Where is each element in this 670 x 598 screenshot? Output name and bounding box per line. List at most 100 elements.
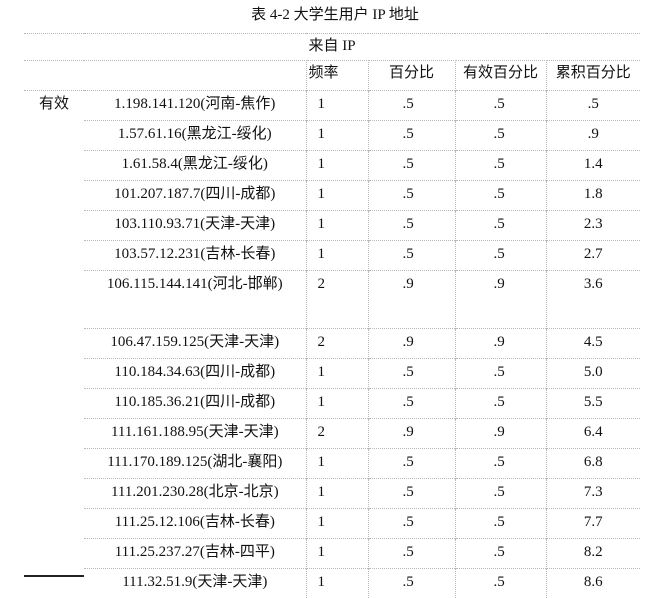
percent-cell: .5 bbox=[368, 91, 455, 121]
valid-percent-cell: .9 bbox=[455, 419, 546, 449]
header-blank-group bbox=[24, 61, 84, 91]
frequency-cell: 2 bbox=[306, 419, 368, 449]
cumulative-percent-cell: 8.6 bbox=[546, 569, 640, 598]
frequency-cell: 1 bbox=[306, 181, 368, 211]
percent-cell: .9 bbox=[368, 419, 455, 449]
percent-cell: .5 bbox=[368, 479, 455, 509]
group-cell: 有效 bbox=[24, 91, 84, 121]
percent-cell: .5 bbox=[368, 241, 455, 271]
group-cell bbox=[24, 389, 84, 419]
ip-cell: 111.170.189.125(湖北-襄阳) bbox=[84, 449, 306, 479]
valid-percent-cell: .5 bbox=[455, 241, 546, 271]
frequency-cell: 1 bbox=[306, 569, 368, 598]
frequency-cell: 1 bbox=[306, 241, 368, 271]
group-cell bbox=[24, 419, 84, 449]
frequency-cell: 1 bbox=[306, 151, 368, 181]
ip-cell: 111.161.188.95(天津-天津) bbox=[84, 419, 306, 449]
ip-cell: 111.201.230.28(北京-北京) bbox=[84, 479, 306, 509]
ip-cell: 103.57.12.231(吉林-长春) bbox=[84, 241, 306, 271]
frequency-cell: 1 bbox=[306, 389, 368, 419]
cumulative-percent-cell: 7.7 bbox=[546, 509, 640, 539]
cumulative-percent-cell: 7.3 bbox=[546, 479, 640, 509]
valid-percent-cell: .5 bbox=[455, 359, 546, 389]
percent-cell: .5 bbox=[368, 539, 455, 569]
frequency-cell: 1 bbox=[306, 91, 368, 121]
header-blank-ip bbox=[84, 61, 306, 91]
ip-cell: 103.110.93.71(天津-天津) bbox=[84, 211, 306, 241]
cumulative-percent-cell: .9 bbox=[546, 121, 640, 151]
percent-cell: .5 bbox=[368, 509, 455, 539]
group-cell bbox=[24, 181, 84, 211]
ip-cell: 1.57.61.16(黑龙江-绥化) bbox=[84, 121, 306, 151]
table-caption: 表 4-2 大学生用户 IP 地址 bbox=[0, 4, 670, 26]
group-cell bbox=[24, 241, 84, 271]
table-row: 101.207.187.7(四川-成都)1.5.51.8 bbox=[24, 181, 640, 211]
table-row: 103.110.93.71(天津-天津)1.5.52.3 bbox=[24, 211, 640, 241]
percent-cell: .5 bbox=[368, 181, 455, 211]
group-cell bbox=[24, 479, 84, 509]
table-row: 106.115.144.141(河北-邯郸)2.9.93.6 bbox=[24, 271, 640, 329]
table-row: 110.185.36.21(四川-成都)1.5.55.5 bbox=[24, 389, 640, 419]
ip-cell: 111.25.12.106(吉林-长春) bbox=[84, 509, 306, 539]
percent-cell: .5 bbox=[368, 389, 455, 419]
cumulative-percent-cell: 1.8 bbox=[546, 181, 640, 211]
table-row: 111.25.237.27(吉林-四平)1.5.58.2 bbox=[24, 539, 640, 569]
table-row: 111.32.51.9(天津-天津)1.5.58.6 bbox=[24, 569, 640, 598]
frequency-cell: 1 bbox=[306, 539, 368, 569]
valid-percent-cell: .5 bbox=[455, 509, 546, 539]
cumulative-percent-cell: .5 bbox=[546, 91, 640, 121]
percent-cell: .9 bbox=[368, 271, 455, 329]
cumulative-percent-cell: 2.3 bbox=[546, 211, 640, 241]
frequency-cell: 1 bbox=[306, 509, 368, 539]
ip-cell: 110.184.34.63(四川-成都) bbox=[84, 359, 306, 389]
frequency-cell: 1 bbox=[306, 359, 368, 389]
header-cumulative-percent: 累积百分比 bbox=[546, 61, 640, 91]
valid-percent-cell: .5 bbox=[455, 389, 546, 419]
frequency-cell: 1 bbox=[306, 121, 368, 151]
table-row: 111.170.189.125(湖北-襄阳)1.5.56.8 bbox=[24, 449, 640, 479]
ip-cell: 111.32.51.9(天津-天津) bbox=[84, 569, 306, 598]
table-row: 110.184.34.63(四川-成都)1.5.55.0 bbox=[24, 359, 640, 389]
valid-percent-cell: .5 bbox=[455, 121, 546, 151]
table-body: 有效1.198.141.120(河南-焦作)1.5.5.51.57.61.16(… bbox=[24, 91, 640, 598]
cumulative-percent-cell: 1.4 bbox=[546, 151, 640, 181]
valid-percent-cell: .5 bbox=[455, 569, 546, 598]
ip-cell: 1.61.58.4(黑龙江-绥化) bbox=[84, 151, 306, 181]
valid-percent-cell: .5 bbox=[455, 181, 546, 211]
table-row: 1.57.61.16(黑龙江-绥化)1.5.5.9 bbox=[24, 121, 640, 151]
group-cell bbox=[24, 359, 84, 389]
column-header-row: 频率 百分比 有效百分比 累积百分比 bbox=[24, 61, 640, 91]
table-row: 103.57.12.231(吉林-长春)1.5.52.7 bbox=[24, 241, 640, 271]
super-header-cell: 来自 IP bbox=[24, 34, 640, 61]
ip-cell: 110.185.36.21(四川-成都) bbox=[84, 389, 306, 419]
frequency-cell: 2 bbox=[306, 271, 368, 329]
percent-cell: .9 bbox=[368, 329, 455, 359]
cumulative-percent-cell: 6.8 bbox=[546, 449, 640, 479]
bottom-rule bbox=[24, 575, 84, 577]
ip-cell: 106.47.159.125(天津-天津) bbox=[84, 329, 306, 359]
group-cell bbox=[24, 329, 84, 359]
ip-cell: 106.115.144.141(河北-邯郸) bbox=[84, 271, 306, 329]
table-row: 111.201.230.28(北京-北京)1.5.57.3 bbox=[24, 479, 640, 509]
frequency-cell: 1 bbox=[306, 211, 368, 241]
valid-percent-cell: .5 bbox=[455, 539, 546, 569]
ip-cell: 1.198.141.120(河南-焦作) bbox=[84, 91, 306, 121]
percent-cell: .5 bbox=[368, 569, 455, 598]
valid-percent-cell: .5 bbox=[455, 151, 546, 181]
valid-percent-cell: .5 bbox=[455, 211, 546, 241]
percent-cell: .5 bbox=[368, 449, 455, 479]
header-percent: 百分比 bbox=[368, 61, 455, 91]
table-row: 106.47.159.125(天津-天津)2.9.94.5 bbox=[24, 329, 640, 359]
cumulative-percent-cell: 5.5 bbox=[546, 389, 640, 419]
group-cell bbox=[24, 211, 84, 241]
header-frequency: 频率 bbox=[306, 61, 368, 91]
group-cell bbox=[24, 509, 84, 539]
valid-percent-cell: .5 bbox=[455, 479, 546, 509]
percent-cell: .5 bbox=[368, 211, 455, 241]
group-cell bbox=[24, 539, 84, 569]
cumulative-percent-cell: 4.5 bbox=[546, 329, 640, 359]
frequency-cell: 1 bbox=[306, 479, 368, 509]
group-cell bbox=[24, 121, 84, 151]
valid-percent-cell: .9 bbox=[455, 271, 546, 329]
cumulative-percent-cell: 2.7 bbox=[546, 241, 640, 271]
